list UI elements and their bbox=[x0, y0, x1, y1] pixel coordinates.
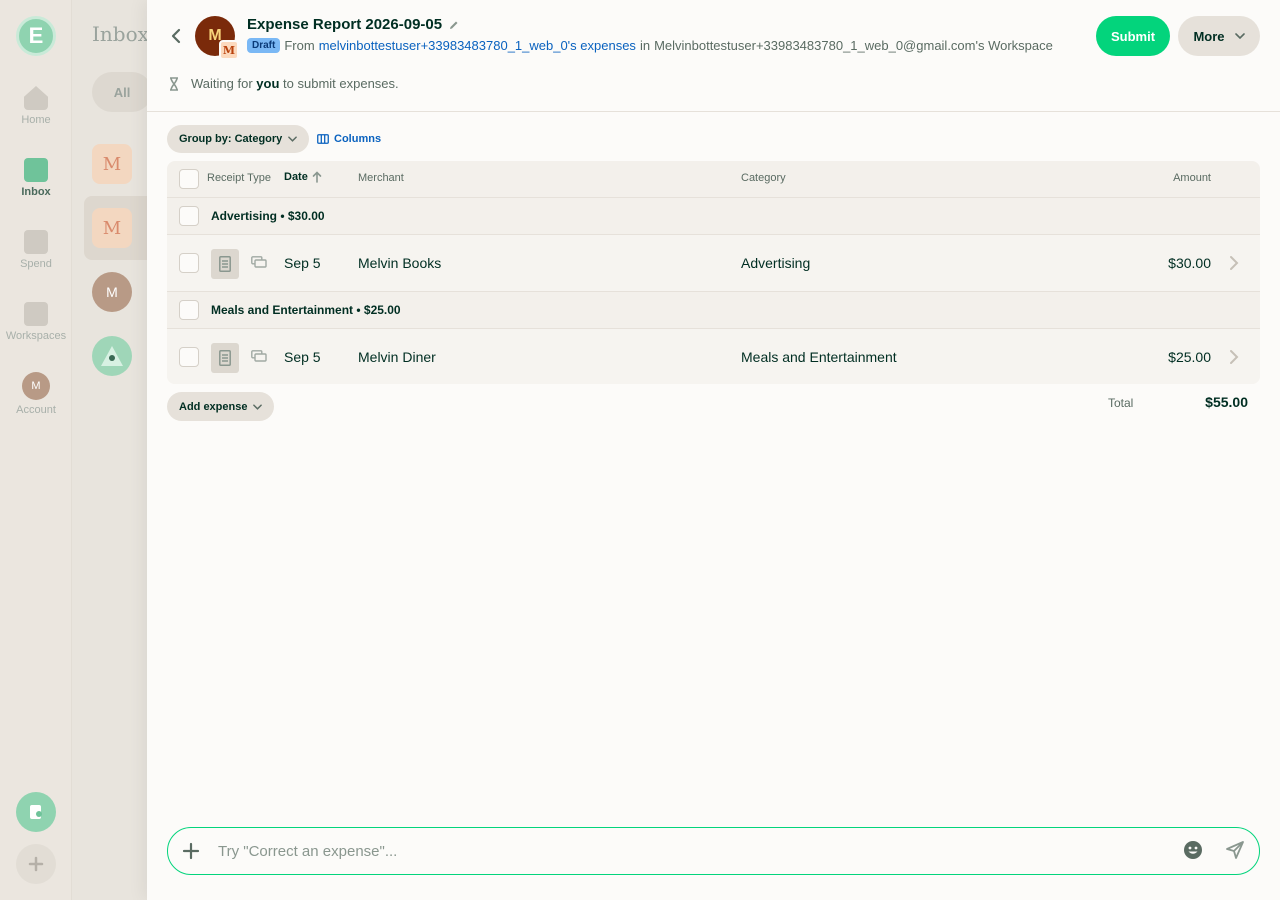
submit-button[interactable]: Submit bbox=[1096, 16, 1170, 56]
report-title-row[interactable]: Expense Report 2026-09-05 bbox=[247, 16, 460, 33]
plus-icon bbox=[182, 842, 200, 860]
next-step-message: Waiting for you to submit expenses. bbox=[169, 76, 399, 91]
nav-item-account[interactable]: M Account bbox=[0, 372, 72, 416]
expense-category: Advertising bbox=[741, 255, 811, 271]
total-label: Total bbox=[1108, 396, 1134, 410]
new-expense-fab[interactable] bbox=[16, 792, 56, 832]
chevron-left-icon bbox=[171, 28, 181, 44]
plus-icon bbox=[28, 856, 44, 872]
group-row-meals: Meals and Entertainment • $25.00 bbox=[167, 292, 1260, 329]
expenses-table: Receipt Type Date Merchant Category Amou… bbox=[167, 161, 1260, 384]
nav-item-workspaces[interactable]: Workspaces bbox=[0, 302, 72, 342]
arrow-up-icon bbox=[312, 171, 322, 183]
columns-icon bbox=[317, 134, 329, 144]
columns-button[interactable]: Columns bbox=[317, 125, 381, 153]
expense-date: Sep 5 bbox=[284, 255, 321, 271]
row-checkbox[interactable] bbox=[179, 347, 199, 367]
nav-rail: E Home Inbox Spend Workspaces M Account bbox=[0, 0, 72, 900]
workspace-name: Melvinbottestuser+33983483780_1_web_0@gm… bbox=[654, 38, 1053, 53]
concierge-icon bbox=[101, 346, 123, 366]
report-panel: M M Expense Report 2026-09-05 Draft From… bbox=[147, 0, 1280, 900]
waiting-prefix: Waiting for bbox=[191, 76, 253, 91]
account-avatar: M bbox=[22, 372, 50, 400]
expense-category: Meals and Entertainment bbox=[741, 349, 897, 365]
expense-merchant: Melvin Diner bbox=[358, 349, 436, 365]
composer-input[interactable] bbox=[218, 839, 1158, 863]
add-expense-label: Add expense bbox=[179, 400, 248, 413]
chevron-down-icon bbox=[288, 136, 298, 142]
receipt-icon bbox=[219, 350, 231, 366]
group-label: Meals and Entertainment • $25.00 bbox=[211, 303, 401, 317]
col-date: Date bbox=[284, 171, 308, 183]
chat-avatar: M bbox=[92, 272, 132, 312]
group-by-label: Group by: Category bbox=[179, 133, 283, 145]
status-badge: Draft bbox=[247, 38, 281, 53]
inbox-title: Inbox bbox=[92, 22, 149, 46]
filter-all-pill[interactable]: All bbox=[92, 72, 152, 112]
total-value: $55.00 bbox=[1205, 394, 1248, 410]
concierge-avatar bbox=[92, 336, 132, 376]
expensify-logo[interactable]: E bbox=[16, 16, 56, 56]
receipt-plus-icon bbox=[30, 805, 42, 819]
report-subtitle: Draft From melvinbottestuser+33983483780… bbox=[247, 38, 1053, 53]
receipt-thumbnail[interactable] bbox=[211, 249, 239, 279]
chat-avatar: M bbox=[92, 208, 132, 248]
more-label: More bbox=[1193, 28, 1225, 44]
group-row-advertising: Advertising • $30.00 bbox=[167, 198, 1260, 235]
receipt-thumbnail[interactable] bbox=[211, 343, 239, 373]
emoji-icon[interactable] bbox=[1183, 840, 1203, 860]
table-header: Receipt Type Date Merchant Category Amou… bbox=[167, 161, 1260, 198]
workspace-avatar: M bbox=[219, 40, 239, 60]
home-icon bbox=[24, 86, 48, 110]
create-fab[interactable] bbox=[16, 844, 56, 884]
more-button[interactable]: More bbox=[1178, 16, 1260, 56]
row-checkbox[interactable] bbox=[179, 253, 199, 273]
expense-merchant: Melvin Books bbox=[358, 255, 442, 271]
group-checkbox[interactable] bbox=[179, 206, 199, 226]
cash-icon bbox=[251, 350, 267, 362]
col-category: Category bbox=[741, 172, 786, 184]
columns-label: Columns bbox=[334, 133, 382, 145]
col-amount: Amount bbox=[1173, 172, 1211, 184]
hourglass-icon bbox=[170, 76, 178, 91]
chevron-down-icon bbox=[1234, 33, 1245, 39]
building-icon bbox=[24, 302, 48, 326]
waiting-suffix: to submit expenses. bbox=[283, 76, 399, 91]
receipt-icon bbox=[24, 230, 48, 254]
chat-avatar: M bbox=[92, 144, 132, 184]
group-checkbox[interactable] bbox=[179, 300, 199, 320]
col-receipt-type: Receipt Type bbox=[207, 172, 272, 184]
chat-composer bbox=[167, 827, 1260, 875]
chevron-right-icon bbox=[1230, 256, 1239, 270]
nav-item-spend[interactable]: Spend bbox=[0, 230, 72, 270]
owner-expenses-link[interactable]: melvinbottestuser+33983483780_1_web_0's … bbox=[319, 38, 636, 53]
group-label: Advertising • $30.00 bbox=[211, 209, 325, 223]
nav-item-home[interactable]: Home bbox=[0, 86, 72, 126]
cash-icon bbox=[251, 256, 267, 268]
receipt-icon bbox=[219, 256, 231, 272]
expense-date: Sep 5 bbox=[284, 349, 321, 365]
nav-item-inbox[interactable]: Inbox bbox=[0, 158, 72, 198]
inbox-icon bbox=[24, 158, 48, 182]
expense-amount: $30.00 bbox=[1168, 255, 1211, 271]
pencil-icon[interactable] bbox=[448, 19, 460, 31]
expense-amount: $25.00 bbox=[1168, 349, 1211, 365]
expense-row[interactable]: Sep 5 Melvin Diner Meals and Entertainme… bbox=[167, 329, 1260, 384]
chevron-down-icon bbox=[253, 403, 263, 410]
report-title: Expense Report 2026-09-05 bbox=[247, 16, 443, 33]
group-by-button[interactable]: Group by: Category bbox=[167, 125, 310, 153]
from-prefix: From bbox=[284, 38, 315, 53]
composer-add-button[interactable] bbox=[180, 840, 202, 862]
waiting-actor: you bbox=[256, 76, 280, 91]
in-prefix: in bbox=[639, 38, 651, 53]
add-expense-button[interactable]: Add expense bbox=[167, 392, 275, 421]
send-icon[interactable] bbox=[1225, 840, 1245, 860]
expense-row[interactable]: Sep 5 Melvin Books Advertising $30.00 bbox=[167, 235, 1260, 292]
back-button[interactable] bbox=[165, 24, 187, 48]
col-date-sort[interactable]: Date bbox=[284, 171, 322, 183]
report-header: M M Expense Report 2026-09-05 Draft From… bbox=[147, 0, 1280, 112]
chevron-right-icon bbox=[1230, 350, 1239, 364]
col-merchant: Merchant bbox=[358, 172, 404, 184]
select-all-checkbox[interactable] bbox=[179, 169, 199, 189]
